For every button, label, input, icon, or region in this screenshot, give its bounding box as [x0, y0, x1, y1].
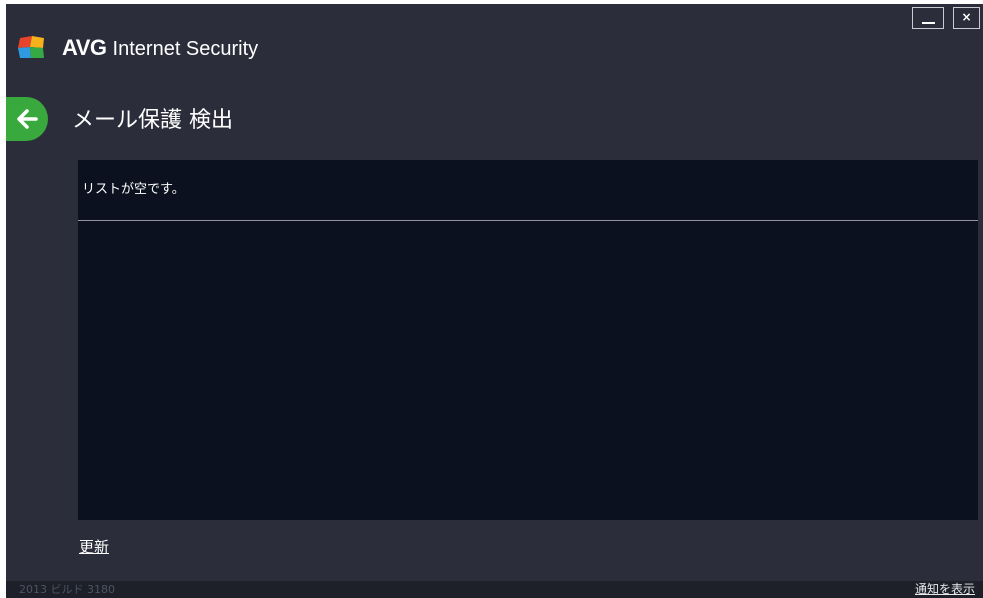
minimize-button[interactable] — [912, 7, 944, 29]
page-title: メール保護 検出 — [72, 108, 233, 133]
close-icon: × — [961, 10, 972, 24]
build-info: 2013 ビルド 3180 — [19, 583, 115, 596]
detection-list[interactable]: リストが空です。 — [78, 160, 978, 520]
refresh-link[interactable]: 更新 — [79, 536, 109, 558]
brand-name: AVG — [62, 35, 107, 60]
list-header: リストが空です。 — [78, 160, 978, 221]
product-name: Internet Security — [112, 38, 259, 60]
minimize-icon — [922, 22, 935, 24]
empty-list-message: リストが空です。 — [82, 182, 185, 197]
avg-logo-icon — [18, 36, 44, 58]
app-title: AVG Internet Security — [62, 33, 258, 63]
back-button[interactable] — [6, 97, 48, 141]
show-notifications-link[interactable]: 通知を表示 — [915, 581, 975, 598]
status-footer: 2013 ビルド 3180 通知を表示 — [6, 581, 983, 598]
app-window: × AVG Internet Security メール保護 検出 リストが空です。… — [6, 4, 983, 598]
arrow-left-icon — [17, 109, 38, 129]
close-button[interactable]: × — [953, 7, 980, 29]
